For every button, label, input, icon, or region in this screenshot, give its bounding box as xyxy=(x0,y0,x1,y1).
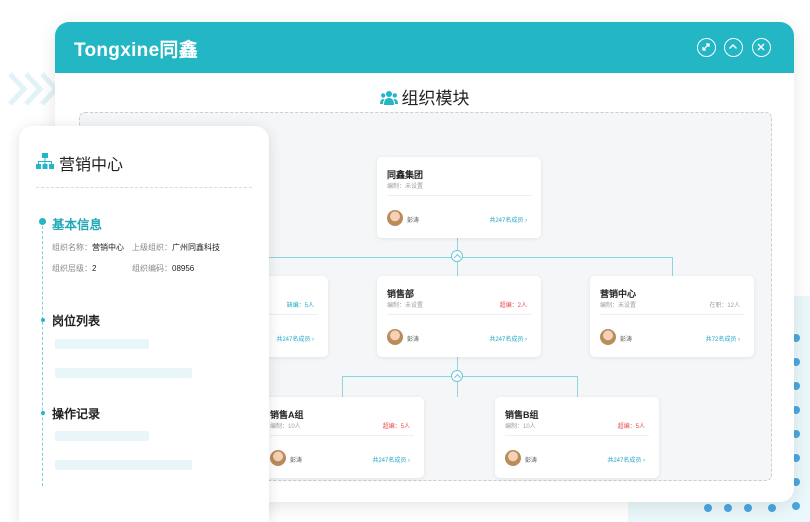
node-headcount: 编制：未设置 xyxy=(600,303,637,309)
node-headcount: 编制：10人 xyxy=(505,424,536,430)
placeholder-bar xyxy=(55,339,149,349)
module-title-text: 组织模块 xyxy=(401,89,470,108)
close-button[interactable] xyxy=(752,38,771,57)
chevron-up-icon xyxy=(729,44,737,49)
detail-panel: 营销中心 基本信息 组织名称：营销中心 上级组织：广州同鑫科技 组织层级：2 组… xyxy=(19,126,269,522)
org-node-root[interactable]: 同鑫集团 编制：未设置 彭涛 共247名成员 › xyxy=(377,157,541,238)
node-status-badge: 在职：12人 xyxy=(709,303,740,309)
divider xyxy=(36,187,252,188)
window-header: Tongxine同鑫 xyxy=(55,22,794,73)
timeline-dot xyxy=(41,411,45,415)
info-row-parent: 上级组织：广州同鑫科技 xyxy=(132,243,220,252)
placeholder-bar xyxy=(55,460,192,470)
node-name: 销售A组 xyxy=(270,410,304,420)
node-status-badge: 缺编：5人 xyxy=(286,303,314,309)
module-title: 组织模块 xyxy=(55,84,794,109)
avatar xyxy=(387,210,403,226)
avatar xyxy=(387,329,403,345)
collapse-button[interactable] xyxy=(724,38,743,57)
node-members-link[interactable]: 共247名成员 › xyxy=(489,334,527,343)
node-headcount: 编制：10人 xyxy=(270,424,301,430)
node-manager: 彭涛 xyxy=(407,337,420,343)
node-manager: 彭涛 xyxy=(407,218,420,224)
info-row-org-name: 组织名称：营销中心 xyxy=(52,243,124,252)
node-name: 销售部 xyxy=(387,289,415,299)
org-node-sales[interactable]: 销售部 编制：未设置 超编：2人 彭涛 共247名成员 › xyxy=(377,276,541,357)
node-manager: 彭涛 xyxy=(525,458,538,464)
avatar xyxy=(505,450,521,466)
node-headcount: 编制：未设置 xyxy=(387,184,424,190)
info-row-level: 组织层级：2 xyxy=(52,264,97,273)
section-positions[interactable]: 岗位列表 xyxy=(52,312,100,329)
timeline xyxy=(42,226,43,486)
avatar xyxy=(270,450,286,466)
node-manager: 彭涛 xyxy=(620,337,633,343)
timeline-dot xyxy=(41,318,45,322)
org-node-sales-b[interactable]: 销售B组 编制：10人 超编：5人 彭涛 共247名成员 › xyxy=(495,397,659,478)
node-name: 销售B组 xyxy=(505,410,539,420)
people-icon xyxy=(379,91,398,105)
node-status-badge: 超编：5人 xyxy=(382,424,410,430)
close-icon xyxy=(757,43,765,51)
brand-logo: Tongxine同鑫 xyxy=(74,40,199,61)
info-row-code: 组织编码：08956 xyxy=(132,264,195,273)
node-name: 同鑫集团 xyxy=(387,170,424,180)
node-name: 营销中心 xyxy=(600,289,637,299)
node-headcount: 编制：未设置 xyxy=(387,303,424,309)
node-manager: 彭涛 xyxy=(290,458,303,464)
fullscreen-button[interactable] xyxy=(697,38,716,57)
expand-icon xyxy=(702,43,710,51)
collapse-toggle-1[interactable] xyxy=(451,250,463,262)
placeholder-bar xyxy=(55,431,149,441)
node-members-link[interactable]: 共247名成员 › xyxy=(276,334,314,343)
node-status-badge: 超编：5人 xyxy=(617,424,645,430)
avatar xyxy=(600,329,616,345)
node-members-link[interactable]: 共72名成员 › xyxy=(706,334,740,343)
org-node-sales-a[interactable]: 销售A组 编制：10人 超编：5人 彭涛 共247名成员 › xyxy=(260,397,424,478)
node-status-badge: 超编：2人 xyxy=(499,303,527,309)
collapse-toggle-2[interactable] xyxy=(451,370,463,382)
org-tree-icon xyxy=(36,153,54,169)
node-members-link[interactable]: 共247名成员 › xyxy=(372,455,410,464)
node-members-link[interactable]: 共247名成员 › xyxy=(607,455,645,464)
org-node-marketing[interactable]: 营销中心 编制：未设置 在职：12人 彭涛 共72名成员 › xyxy=(590,276,754,357)
panel-title: 营销中心 xyxy=(59,157,124,174)
timeline-dot xyxy=(39,218,46,225)
section-basic-info: 基本信息 xyxy=(52,218,103,232)
section-records[interactable]: 操作记录 xyxy=(52,405,100,422)
placeholder-bar xyxy=(55,368,192,378)
node-members-link[interactable]: 共247名成员 › xyxy=(489,215,527,224)
